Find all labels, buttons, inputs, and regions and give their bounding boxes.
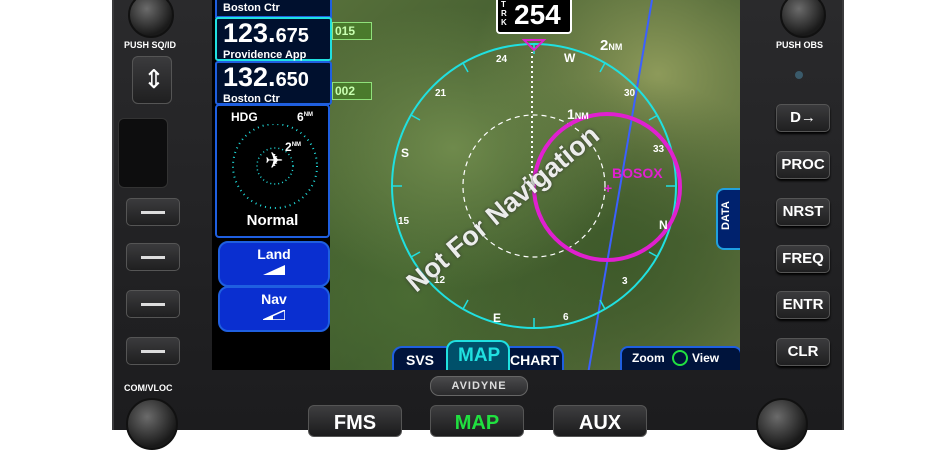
data-tab[interactable]: DATA <box>716 188 740 250</box>
com-vloc-knob[interactable] <box>126 398 178 450</box>
swap-arrows-icon: ⇕ <box>143 64 165 94</box>
left-key-2[interactable] <box>126 243 180 271</box>
aux-button[interactable]: AUX <box>553 405 647 437</box>
heading-value: 254 <box>514 0 561 30</box>
zoom-label: Zoom <box>632 351 665 365</box>
compass-6: 6 <box>563 312 569 323</box>
push-sqid-label: PUSH SQ/ID <box>124 40 177 50</box>
tab-map-label: MAP <box>458 345 501 366</box>
fms-button[interactable]: FMS <box>308 405 402 437</box>
waypoint-label: BOSOX <box>612 165 663 181</box>
direct-to-button[interactable]: D→ <box>776 104 830 132</box>
compass-n: N <box>659 218 668 232</box>
left-side-slot <box>118 118 168 188</box>
proc-button[interactable]: PROC <box>776 151 830 179</box>
data-tab-label: DATA <box>720 201 732 230</box>
push-obs-label: PUSH OBS <box>776 40 824 50</box>
compass-w: W <box>564 51 576 65</box>
knob-indicator-icon <box>672 350 688 366</box>
track-label: TRK <box>501 0 507 27</box>
map-button[interactable]: MAP <box>430 405 524 437</box>
left-key-3[interactable] <box>126 290 180 318</box>
com-vloc-label: COM/VLOC <box>124 383 173 393</box>
compass-e: E <box>493 311 502 325</box>
moving-map[interactable] <box>212 0 740 370</box>
entr-button[interactable]: ENTR <box>776 291 830 319</box>
course-line <box>587 0 653 370</box>
range-outer-label: 2NM <box>600 37 622 54</box>
display-screen: Boston Ctr 123.675 Providence App 132.65… <box>212 0 740 370</box>
tab-map[interactable]: MAP <box>446 340 510 370</box>
brand-logo: AVIDYNE <box>430 376 528 396</box>
compass-15: 15 <box>398 216 410 227</box>
compass-3: 3 <box>622 276 628 287</box>
waypoint-marker-icon: + <box>604 180 613 196</box>
tab-chart[interactable]: CHART <box>510 352 559 368</box>
alt-top-box: 015 <box>332 22 372 40</box>
left-key-4[interactable] <box>126 337 180 365</box>
nrst-button[interactable]: NRST <box>776 198 830 226</box>
heading-readout: TRK 254 <box>496 0 572 34</box>
compass-21: 21 <box>435 88 447 99</box>
compass-s: S <box>401 146 410 160</box>
freq-button[interactable]: FREQ <box>776 245 830 273</box>
view-label: View <box>692 351 720 365</box>
zoom-view-box[interactable]: Zoom View <box>620 346 740 370</box>
fms-knob[interactable] <box>756 398 808 450</box>
range-inner-value: 1 <box>567 106 575 122</box>
photo-sensor <box>795 71 803 79</box>
compass-24: 24 <box>496 54 508 65</box>
left-key-1[interactable] <box>126 198 180 226</box>
clr-button[interactable]: CLR <box>776 338 830 366</box>
compass-33: 33 <box>653 144 665 155</box>
tab-svs[interactable]: SVS <box>406 352 434 368</box>
range-outer-unit: NM <box>608 42 623 52</box>
alt-bottom-box: 002 <box>332 82 372 100</box>
swap-frequency-button[interactable]: ⇕ <box>132 56 172 104</box>
